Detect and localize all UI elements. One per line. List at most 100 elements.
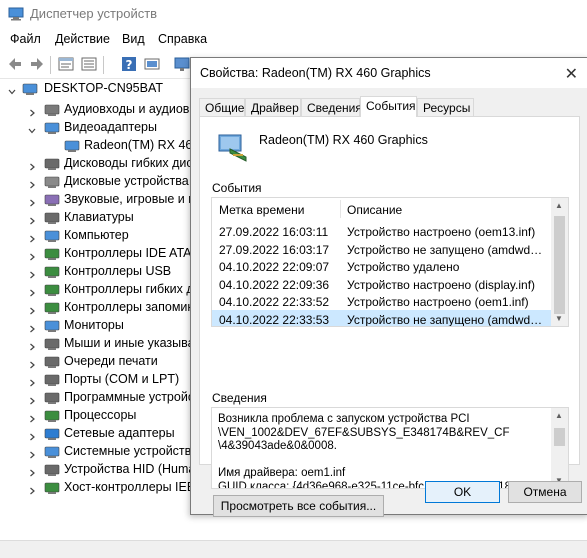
properties-dialog: Свойства: Radeon(TM) RX 460 Graphics ✕ О… xyxy=(190,57,587,517)
scan-hardware-icon[interactable] xyxy=(143,55,161,73)
tree-item-label: Мониторы xyxy=(64,318,124,332)
scroll-up-arrow-icon[interactable]: ▲ xyxy=(555,201,563,210)
column-header-time[interactable]: Метка времени xyxy=(219,203,304,217)
chevron-down-icon[interactable] xyxy=(8,85,16,95)
tab-details[interactable]: Сведения xyxy=(301,98,362,116)
event-time: 04.10.2022 22:33:52 xyxy=(219,295,330,309)
back-arrow-icon[interactable] xyxy=(6,55,24,73)
events-scrollbar[interactable]: ▲ ▼ xyxy=(551,198,568,326)
dialog-titlebar: Свойства: Radeon(TM) RX 460 Graphics ✕ xyxy=(191,58,587,88)
events-section-label: События xyxy=(212,181,262,195)
toolbar-separator xyxy=(50,56,51,74)
menu-action[interactable]: Действие xyxy=(55,32,110,46)
chevron-right-icon[interactable] xyxy=(28,214,36,225)
chevron-right-icon[interactable] xyxy=(28,196,36,207)
chevron-right-icon[interactable] xyxy=(28,430,36,441)
tree-item-label: Клавиатуры xyxy=(64,210,134,224)
svg-text:?: ? xyxy=(126,58,133,72)
view-all-events-button[interactable]: Просмотреть все события... xyxy=(213,495,384,517)
monitor-icon xyxy=(44,319,60,333)
event-row[interactable]: 04.10.2022 22:09:07 Устройство удалено xyxy=(212,257,552,275)
chevron-right-icon[interactable] xyxy=(28,106,36,117)
column-header-description[interactable]: Описание xyxy=(347,203,402,217)
event-row[interactable]: 04.10.2022 22:09:36 Устройство настроено … xyxy=(212,275,552,293)
computer-icon xyxy=(22,82,38,96)
event-row[interactable]: 27.09.2022 16:03:17 Устройство не запущен… xyxy=(212,240,552,258)
controller-icon xyxy=(44,283,60,297)
controller-icon xyxy=(44,247,60,261)
tree-item-label: Хост-контроллеры IEEE 1394 xyxy=(64,480,200,494)
chevron-right-icon[interactable] xyxy=(28,232,36,243)
hid-icon xyxy=(44,463,60,477)
details-scrollbar[interactable]: ▲ ▼ xyxy=(551,408,568,488)
events-list[interactable]: Метка времени Описание 27.09.2022 16:03:… xyxy=(211,197,569,327)
tree-item-label: Дисковые устройства xyxy=(64,174,189,188)
ok-button[interactable]: OK xyxy=(425,481,500,503)
computer-icon xyxy=(44,229,60,243)
chevron-right-icon[interactable] xyxy=(28,394,36,405)
tree-item-label: Контроллеры IDE ATA/ATAPI xyxy=(64,246,200,260)
chevron-right-icon[interactable] xyxy=(28,448,36,459)
tree-item-label: Контроллеры гибких дисков xyxy=(64,282,200,296)
tree-item-label: Процессоры xyxy=(64,408,137,422)
tree-item-label: Дисководы гибких дисков xyxy=(64,156,200,170)
menu-help[interactable]: Справка xyxy=(158,32,207,46)
tree-item-label: Компьютер xyxy=(64,228,129,242)
chevron-right-icon[interactable] xyxy=(28,466,36,477)
properties-sheet-icon[interactable] xyxy=(57,55,75,73)
ieee1394-icon xyxy=(44,481,60,495)
tab-resources[interactable]: Ресурсы xyxy=(417,98,474,116)
tree-item-label: Radeon(TM) RX 460 Graphics xyxy=(84,138,200,152)
status-bar xyxy=(0,540,587,558)
monitor-update-icon[interactable] xyxy=(173,55,191,73)
app-title: Диспетчер устройств xyxy=(30,6,158,21)
network-icon xyxy=(44,427,60,441)
floppy-icon xyxy=(44,157,60,171)
help-icon[interactable]: ? xyxy=(120,55,138,73)
tab-driver[interactable]: Драйвер xyxy=(245,98,301,116)
toolbar-separator xyxy=(103,56,104,74)
scrollbar-thumb[interactable] xyxy=(554,428,565,446)
tree-item-label: Звуковые, игровые и видеоустройства xyxy=(64,192,200,206)
event-row[interactable]: 04.10.2022 22:33:52 Устройство настроено … xyxy=(212,292,552,310)
chevron-right-icon[interactable] xyxy=(28,340,36,351)
cancel-button[interactable]: Отмена xyxy=(508,481,582,503)
event-description: Устройство не запущено (amdwddmg) xyxy=(347,312,547,327)
chevron-right-icon[interactable] xyxy=(28,178,36,189)
tree-item-label: Порты (COM и LPT) xyxy=(64,372,180,386)
scroll-up-arrow-icon[interactable]: ▲ xyxy=(555,411,563,420)
event-details-textbox[interactable]: Возникла проблема с запуском устройства … xyxy=(211,407,569,489)
tree-item-label: Программные устройства xyxy=(64,390,200,404)
event-row[interactable]: 04.10.2022 22:33:53 Устройство не запущен… xyxy=(212,309,552,327)
chevron-right-icon[interactable] xyxy=(28,376,36,387)
chevron-right-icon[interactable] xyxy=(28,358,36,369)
event-details-text: Возникла проблема с запуском устройства … xyxy=(218,413,515,489)
details-section-label: Сведения xyxy=(212,391,267,405)
event-row[interactable]: 27.09.2022 16:03:11 Устройство настроено … xyxy=(212,222,552,240)
chevron-right-icon[interactable] xyxy=(28,412,36,423)
chevron-right-icon[interactable] xyxy=(28,268,36,279)
menu-file[interactable]: Файл xyxy=(10,32,41,46)
tree-item-label: Аудиовходы и аудиовыходы xyxy=(64,102,200,116)
app-titlebar: Диспетчер устройств xyxy=(0,0,587,30)
tab-general[interactable]: Общие xyxy=(199,98,245,116)
forward-arrow-icon[interactable] xyxy=(28,55,46,73)
menu-view[interactable]: Вид xyxy=(122,32,145,46)
close-icon[interactable]: ✕ xyxy=(565,64,578,84)
tab-events[interactable]: События xyxy=(360,96,417,117)
chevron-right-icon[interactable] xyxy=(28,304,36,315)
chevron-down-icon[interactable] xyxy=(28,124,36,134)
chevron-right-icon[interactable] xyxy=(28,484,36,495)
chevron-right-icon[interactable] xyxy=(28,250,36,261)
port-icon xyxy=(44,373,60,387)
device-list-icon[interactable] xyxy=(80,55,98,73)
chevron-right-icon[interactable] xyxy=(28,286,36,297)
disk-icon xyxy=(44,175,60,189)
chevron-right-icon[interactable] xyxy=(28,322,36,333)
display-adapter-icon xyxy=(44,121,60,135)
scrollbar-thumb[interactable] xyxy=(554,216,565,314)
scroll-down-arrow-icon[interactable]: ▼ xyxy=(555,314,563,323)
event-description: Устройство настроено (display.inf) xyxy=(347,277,536,292)
chevron-right-icon[interactable] xyxy=(28,160,36,171)
tree-item-label: Сетевые адаптеры xyxy=(64,426,175,440)
